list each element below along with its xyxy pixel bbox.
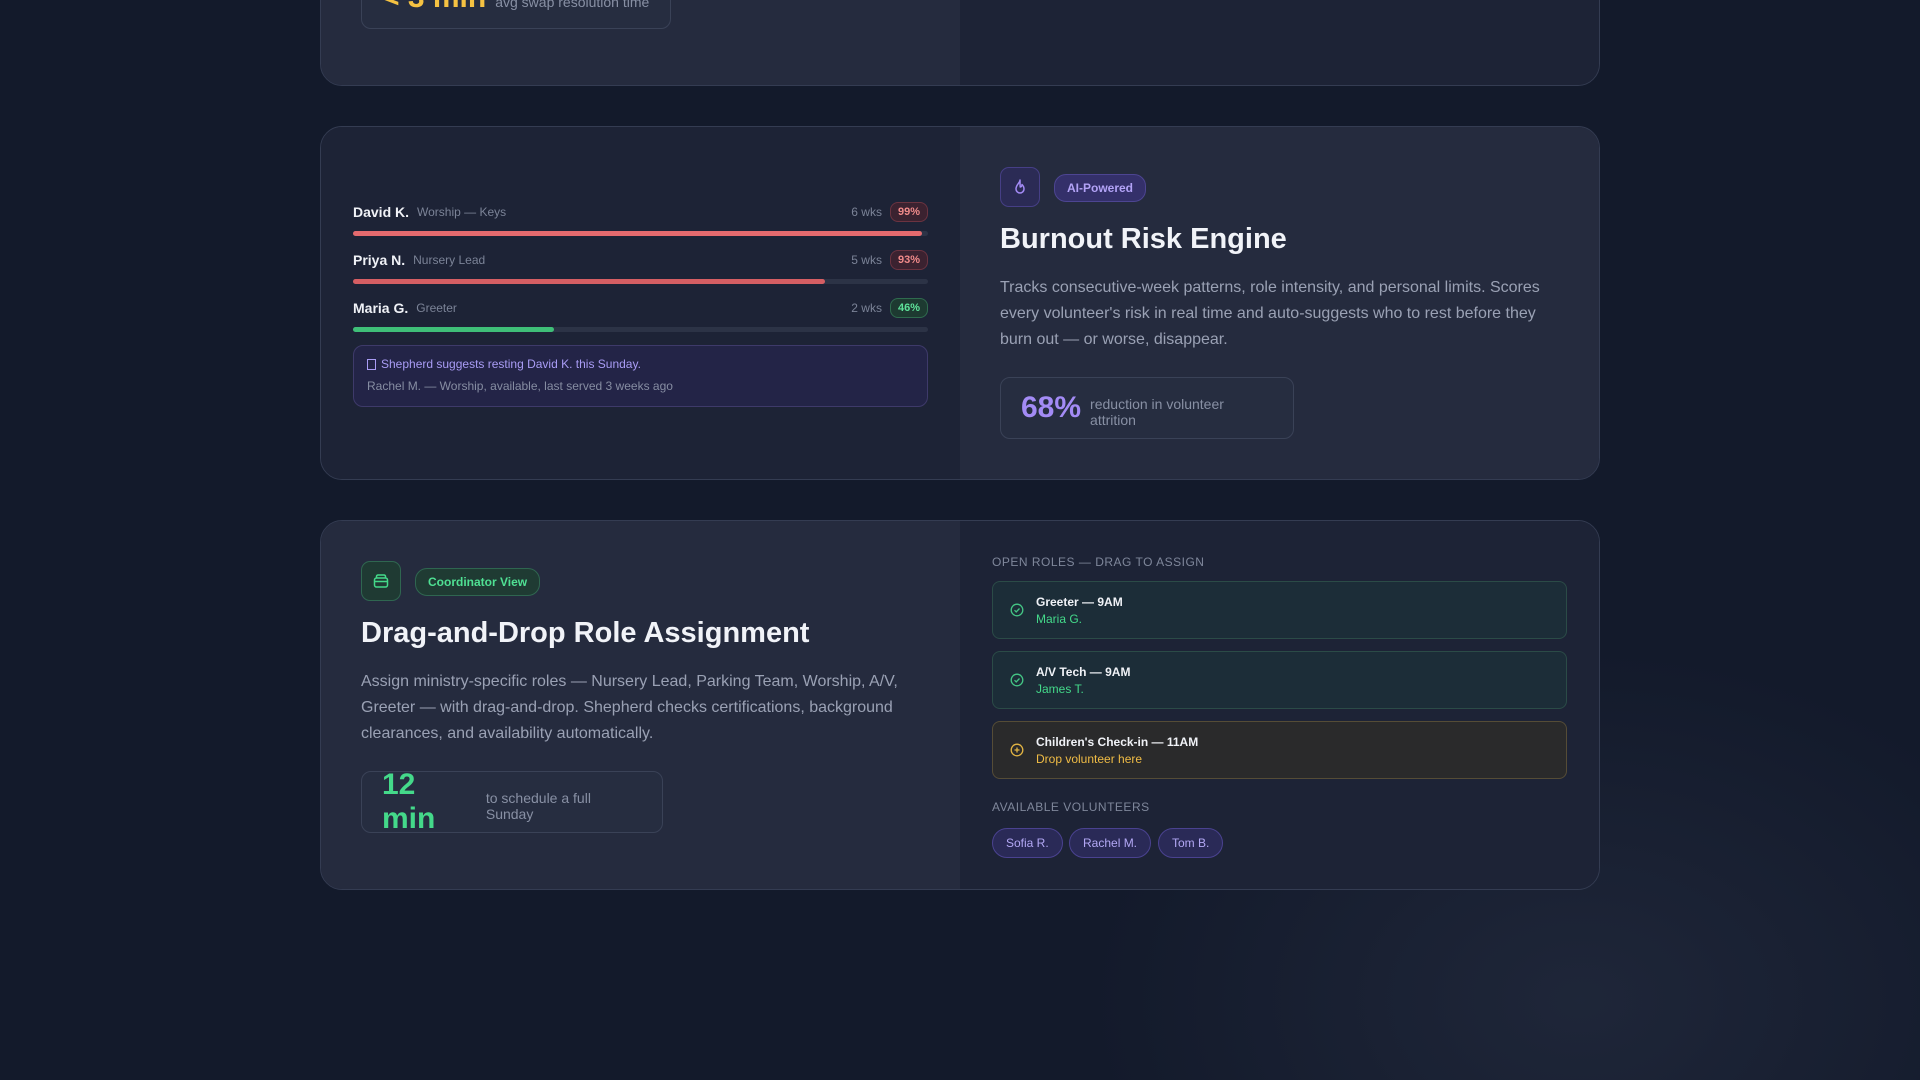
volunteer-chip-rachel[interactable]: Rachel M.	[1069, 828, 1152, 858]
volunteer-risk-row: David K. Worship — Keys 6 wks 99%	[353, 201, 928, 236]
volunteer-weeks: 5 wks	[851, 253, 882, 267]
swap-stat-label: avg swap resolution time	[495, 0, 650, 10]
check-circle-icon	[1010, 673, 1024, 687]
check-circle-icon	[1010, 603, 1024, 617]
roles-info-panel: Coordinator View Drag-and-Drop Role Assi…	[321, 521, 960, 889]
risk-percent-badge: 99%	[889, 202, 928, 222]
risk-percent-badge: 93%	[889, 250, 928, 270]
attrition-stat-value: 68%	[1021, 391, 1082, 424]
volunteer-name: Maria G.	[353, 300, 409, 316]
drop-zone-hint: Drop volunteer here	[1036, 751, 1143, 766]
risk-percent-badge: 46%	[889, 298, 928, 318]
roles-feature-card: Coordinator View Drag-and-Drop Role Assi…	[320, 520, 1600, 890]
suggestion-text: Shepherd suggests resting David K. this …	[381, 357, 641, 371]
schedule-stat-label: to schedule a full Sunday	[485, 790, 591, 822]
risk-bar-track	[353, 231, 928, 236]
attrition-stat-label: reduction in volunteer attrition	[1090, 396, 1224, 428]
role-slot-childrens-checkin[interactable]: Children's Check-in — 11AM Drop voluntee…	[992, 721, 1567, 779]
role-name: Children's Check-in — 11AM	[1036, 734, 1199, 749]
volunteer-chip-sofia[interactable]: Sofia R.	[992, 828, 1063, 858]
attrition-stat-box: 68% reduction in volunteer attrition	[1000, 377, 1294, 439]
feature-description: Assign ministry-specific roles — Nursery…	[361, 673, 898, 742]
volunteer-role: Greeter	[416, 301, 457, 315]
schedule-stat-value: 12 min	[382, 768, 436, 835]
swap-stat-box: < 3 min avg swap resolution time	[361, 0, 671, 29]
feature-title: Burnout Risk Engine	[1000, 223, 1287, 255]
risk-bar-fill	[353, 231, 923, 236]
burnout-info-panel: AI-Powered Burnout Risk Engine Tracks co…	[960, 127, 1599, 479]
volunteer-name: David K.	[353, 204, 410, 220]
suggestion-detail: Rachel M. — Worship, available, last ser…	[367, 379, 673, 393]
volunteer-weeks: 6 wks	[851, 205, 882, 219]
burnout-feature-card: David K. Worship — Keys 6 wks 99% Priya …	[320, 126, 1600, 480]
volunteer-weeks: 2 wks	[851, 301, 882, 315]
feature-description: Tracks consecutive-week patterns, role i…	[1000, 279, 1540, 348]
open-roles-heading: OPEN ROLES — DRAG TO ASSIGN	[992, 555, 1205, 569]
role-name: A/V Tech — 9AM	[1036, 664, 1131, 679]
swap-feature-right-panel	[960, 0, 1599, 85]
burnout-preview-panel: David K. Worship — Keys 6 wks 99% Priya …	[321, 127, 960, 479]
volunteer-chip-tom[interactable]: Tom B.	[1158, 828, 1224, 858]
layers-icon	[361, 561, 401, 601]
swap-feature-left-panel: < 3 min avg swap resolution time	[321, 0, 960, 85]
risk-bar-fill	[353, 279, 825, 284]
volunteer-risk-row: Priya N. Nursery Lead 5 wks 93%	[353, 249, 928, 284]
role-slot-greeter[interactable]: Greeter — 9AM Maria G.	[992, 581, 1567, 639]
volunteer-name: Priya N.	[353, 252, 406, 268]
role-name: Greeter — 9AM	[1036, 594, 1123, 609]
volunteer-role: Worship — Keys	[417, 205, 507, 219]
feature-title: Drag-and-Drop Role Assignment	[361, 617, 810, 649]
rest-suggestion-box: Shepherd suggests resting David K. this …	[353, 345, 928, 407]
role-assignee: Maria G.	[1036, 611, 1083, 626]
risk-bar-track	[353, 327, 928, 332]
schedule-stat-box: 12 min to schedule a full Sunday	[361, 768, 663, 835]
swap-feature-card: < 3 min avg swap resolution time	[320, 0, 1600, 86]
flame-icon	[1000, 167, 1040, 207]
volunteer-risk-row: Maria G. Greeter 2 wks 46%	[353, 297, 928, 332]
volunteer-role: Nursery Lead	[413, 253, 486, 267]
ai-powered-badge: AI-Powered	[1054, 174, 1147, 202]
risk-bar-fill	[353, 327, 555, 332]
plus-circle-icon	[1010, 743, 1024, 757]
roles-preview-panel: OPEN ROLES — DRAG TO ASSIGN Greeter — 9A…	[960, 521, 1599, 889]
available-volunteers-heading: AVAILABLE VOLUNTEERS	[992, 800, 1150, 814]
risk-bar-track	[353, 279, 928, 284]
role-assignee: James T.	[1036, 681, 1084, 696]
swap-stat-value: < 3 min	[382, 0, 486, 15]
lightbulb-icon	[367, 358, 376, 370]
role-slot-av-tech[interactable]: A/V Tech — 9AM James T.	[992, 651, 1567, 709]
coordinator-view-badge: Coordinator View	[415, 568, 541, 596]
